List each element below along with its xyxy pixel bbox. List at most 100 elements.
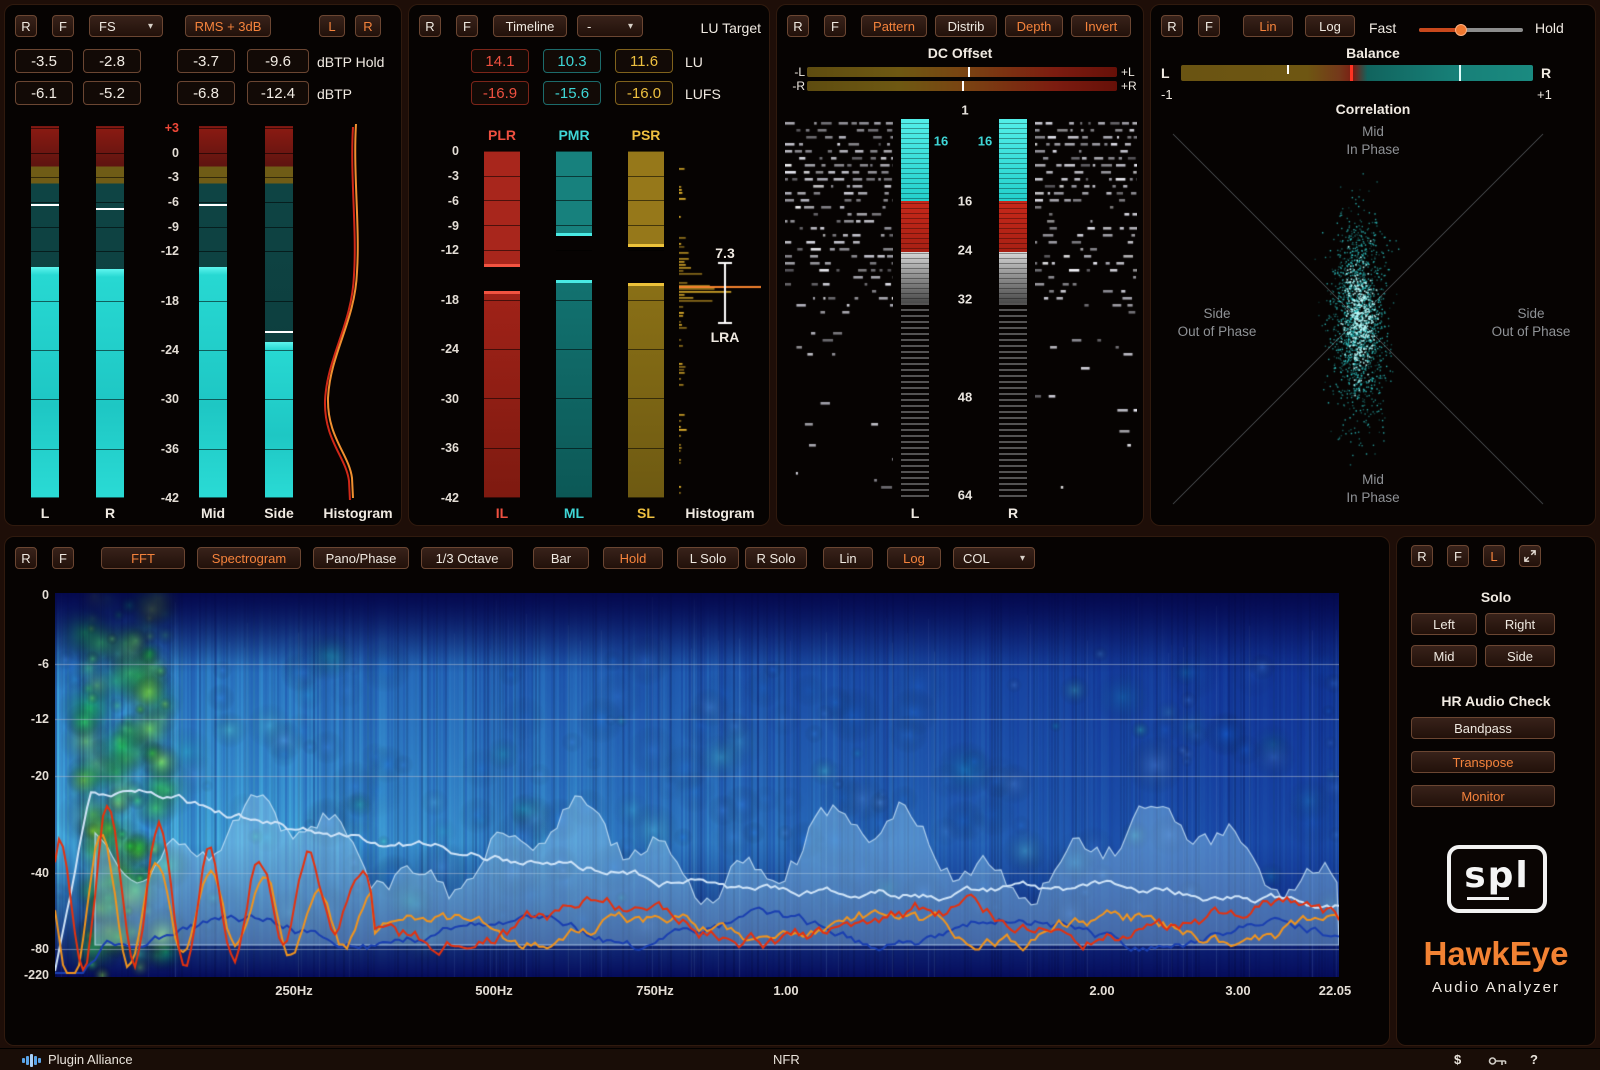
log-button[interactable]: Log: [887, 547, 941, 569]
side-f-button[interactable]: F: [1447, 545, 1469, 567]
log-button[interactable]: Log: [1305, 15, 1355, 37]
channel-label-l: L: [910, 505, 920, 521]
gridline: [628, 448, 664, 449]
slider-knob[interactable]: [1455, 24, 1467, 36]
bits-r-button[interactable]: R: [787, 15, 809, 37]
gridline: [484, 349, 520, 350]
sl-value: -16.0: [615, 81, 673, 105]
gridline: [31, 399, 59, 400]
levels-f-button[interactable]: F: [52, 15, 74, 37]
l-solo-button[interactable]: L Solo: [677, 547, 739, 569]
quad-label-bottom: Mid In Phase: [1346, 472, 1400, 505]
timeline-button[interactable]: Timeline: [493, 15, 567, 37]
balance-bar: [1181, 65, 1533, 81]
channel-label-l: L: [40, 505, 50, 521]
ballistics-slider[interactable]: [1419, 24, 1523, 36]
bits-f-button[interactable]: F: [824, 15, 846, 37]
bit-scale-48: 48: [957, 389, 973, 405]
lu-target-dropdown[interactable]: - ▾: [577, 15, 643, 37]
third-octave-button[interactable]: 1/3 Octave: [421, 547, 513, 569]
scale-label: -36: [160, 442, 179, 456]
status-bar: Plugin Alliance NFR $ ?: [0, 1048, 1600, 1070]
gridline: [31, 177, 59, 178]
correlation-label: Correlation: [1335, 101, 1411, 117]
depth-button[interactable]: Depth: [1005, 15, 1063, 37]
levels-right-button[interactable]: R: [355, 15, 381, 37]
dbtp-hold-mid: -3.7: [177, 49, 235, 73]
gridline: [265, 227, 293, 228]
phase-f-button[interactable]: F: [1198, 15, 1220, 37]
bit-scale-24: 24: [957, 242, 973, 258]
levels-left-button[interactable]: L: [319, 15, 345, 37]
dbtp-hold-l: -3.5: [15, 49, 73, 73]
plugin-alliance-label[interactable]: Plugin Alliance: [48, 1052, 133, 1067]
invert-button[interactable]: Invert: [1071, 15, 1131, 37]
spectrum-r-button[interactable]: R: [15, 547, 37, 569]
pano-phase-button[interactable]: Pano/Phase: [313, 547, 409, 569]
gridline: [31, 251, 59, 252]
gridline: [265, 153, 293, 154]
plr-head: PLR: [488, 127, 516, 143]
histogram-label: Histogram: [685, 505, 755, 521]
solo-right-button[interactable]: Right: [1485, 613, 1555, 635]
bit-column-left: [901, 119, 929, 498]
scale-label: -24: [160, 343, 179, 357]
spectrogram-button[interactable]: Spectrogram: [197, 547, 301, 569]
loudness-f-button[interactable]: F: [456, 15, 478, 37]
phase-r-button[interactable]: R: [1161, 15, 1183, 37]
scale-label: -12: [440, 243, 459, 257]
transpose-button[interactable]: Transpose: [1411, 751, 1555, 773]
spectrum-f-button[interactable]: F: [52, 547, 74, 569]
gridline: [199, 449, 227, 450]
balance-label: Balance: [1346, 45, 1400, 61]
key-icon[interactable]: [1488, 1055, 1508, 1067]
dollar-icon[interactable]: $: [1454, 1052, 1461, 1067]
fft-button[interactable]: FFT: [101, 547, 185, 569]
lin-button[interactable]: Lin: [1243, 15, 1293, 37]
y-axis-label: -12: [30, 712, 49, 726]
gridline: [628, 151, 664, 152]
gridline: [628, 349, 664, 350]
gridline: [199, 301, 227, 302]
color-dropdown[interactable]: COL ▾: [953, 547, 1035, 569]
scale-label: -42: [440, 491, 459, 505]
r-solo-button[interactable]: R Solo: [745, 547, 807, 569]
monitor-button[interactable]: Monitor: [1411, 785, 1555, 807]
levels-r-button[interactable]: R: [15, 15, 37, 37]
distrib-button[interactable]: Distrib: [935, 15, 997, 37]
gridline: [265, 301, 293, 302]
scale-label: -3: [447, 169, 459, 183]
x-axis-label: 500Hz: [475, 983, 513, 998]
expand-button[interactable]: [1519, 545, 1541, 567]
gridline: [199, 128, 227, 129]
gridline: [484, 300, 520, 301]
scale-label: -18: [160, 294, 179, 308]
loudness-r-button[interactable]: R: [419, 15, 441, 37]
gridline: [484, 398, 520, 399]
solo-mid-button[interactable]: Mid: [1411, 645, 1477, 667]
lu-target-value: -: [587, 18, 592, 34]
gridline: [96, 177, 124, 178]
solo-side-button[interactable]: Side: [1485, 645, 1555, 667]
help-icon[interactable]: ?: [1530, 1052, 1538, 1067]
sl-bar: [628, 283, 664, 498]
gridline: [484, 176, 520, 177]
hold-button[interactable]: Hold: [603, 547, 663, 569]
pattern-button[interactable]: Pattern: [861, 15, 927, 37]
levels-fs-dropdown[interactable]: FS ▾: [89, 15, 163, 37]
gridline: [484, 448, 520, 449]
lin-button[interactable]: Lin: [823, 547, 873, 569]
bandpass-button[interactable]: Bandpass: [1411, 717, 1555, 739]
lu-target-label: LU Target: [700, 20, 761, 36]
dbtp-r: -5.2: [83, 81, 141, 105]
fast-label: Fast: [1369, 20, 1397, 36]
lufs-label: LUFS: [685, 86, 721, 102]
plr-value: 14.1: [471, 49, 529, 73]
side-r-button[interactable]: R: [1411, 545, 1433, 567]
gridline: [96, 128, 124, 129]
ml-value: -15.6: [543, 81, 601, 105]
solo-left-button[interactable]: Left: [1411, 613, 1477, 635]
rms-mode-button[interactable]: RMS + 3dB: [185, 15, 271, 37]
bar-button[interactable]: Bar: [533, 547, 589, 569]
side-l-button[interactable]: L: [1483, 545, 1505, 567]
